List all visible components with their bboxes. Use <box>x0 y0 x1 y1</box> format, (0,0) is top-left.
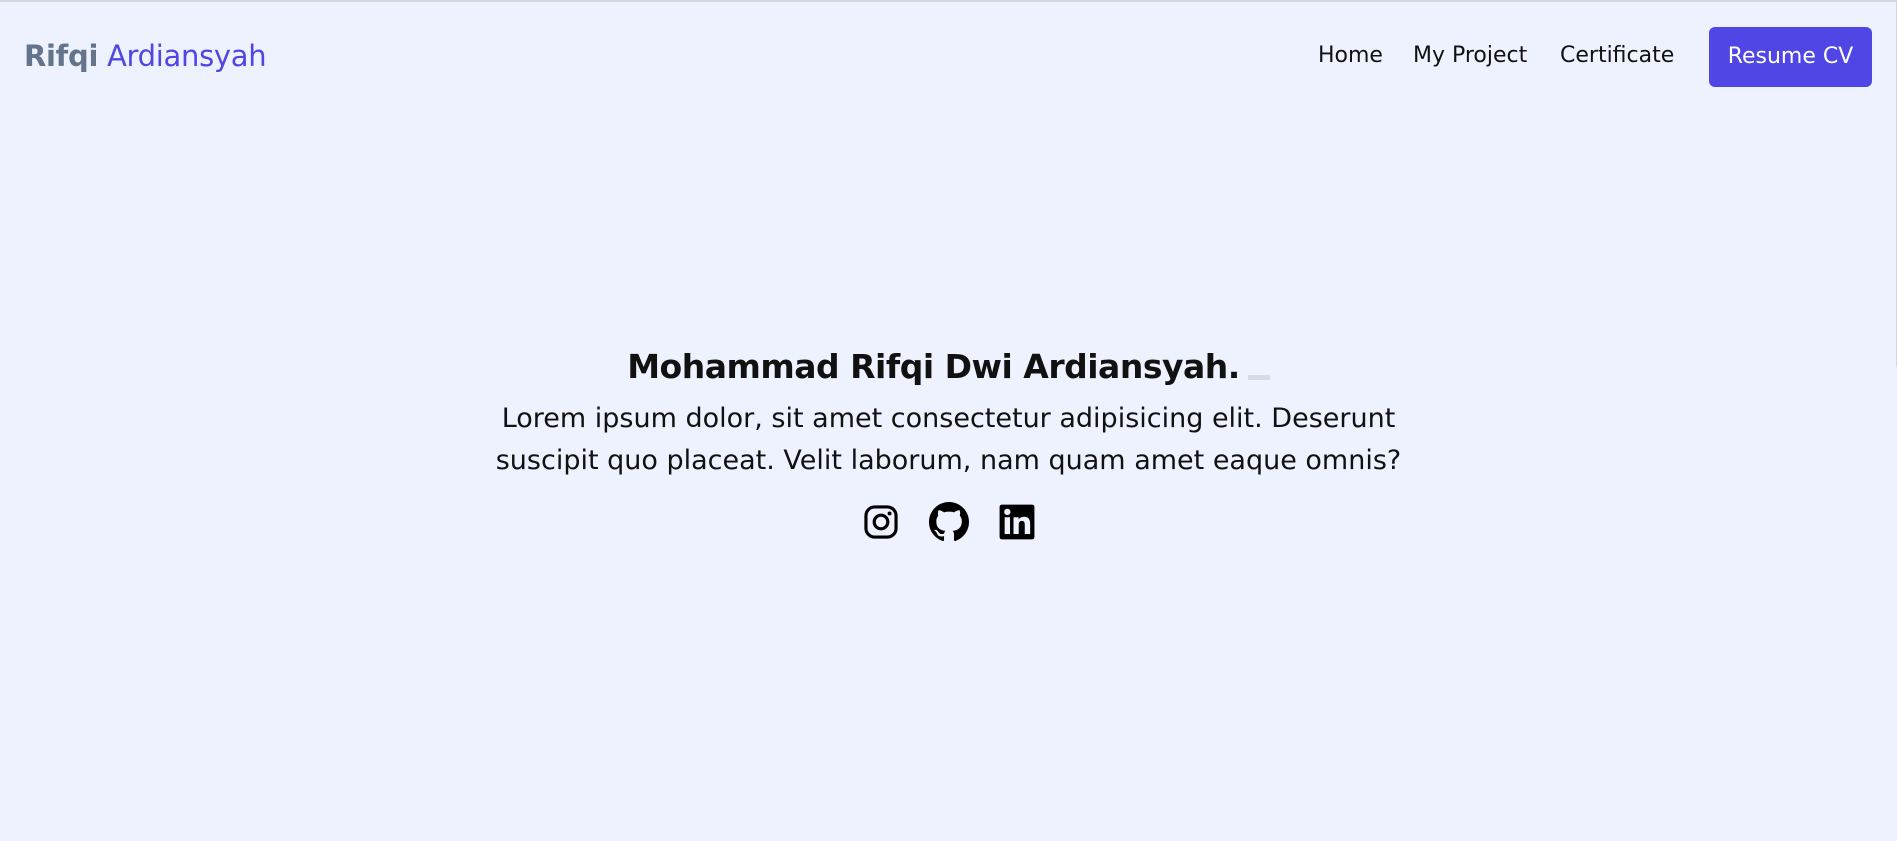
hero-description: Lorem ipsum dolor, sit amet consectetur … <box>495 403 1402 476</box>
brand-logo[interactable]: Rifqi Ardiansyah <box>24 36 267 76</box>
navbar: Rifqi Ardiansyah Home My Project Certifi… <box>0 0 1897 112</box>
typing-cursor <box>1247 375 1270 380</box>
resume-cv-button[interactable]: Resume CV <box>1709 27 1872 87</box>
linkedin-icon[interactable] <box>997 502 1037 542</box>
brand-last-name: Ardiansyah <box>107 39 267 73</box>
github-icon[interactable] <box>928 502 969 542</box>
hero-title: Mohammad Rifqi Dwi Ardiansyah. <box>627 347 1240 386</box>
nav-link-home[interactable]: Home <box>1318 40 1383 72</box>
nav-link-certificate[interactable]: Certificate <box>1560 40 1674 72</box>
instagram-icon[interactable] <box>861 502 901 542</box>
social-links <box>0 502 1897 546</box>
hero-title-row: Mohammad Rifqi Dwi Ardiansyah. <box>627 343 1270 391</box>
brand-first-name: Rifqi <box>24 39 99 73</box>
nav-link-my-project[interactable]: My Project <box>1413 40 1527 72</box>
hero-section: Mohammad Rifqi Dwi Ardiansyah. Lorem ips… <box>0 343 1897 546</box>
